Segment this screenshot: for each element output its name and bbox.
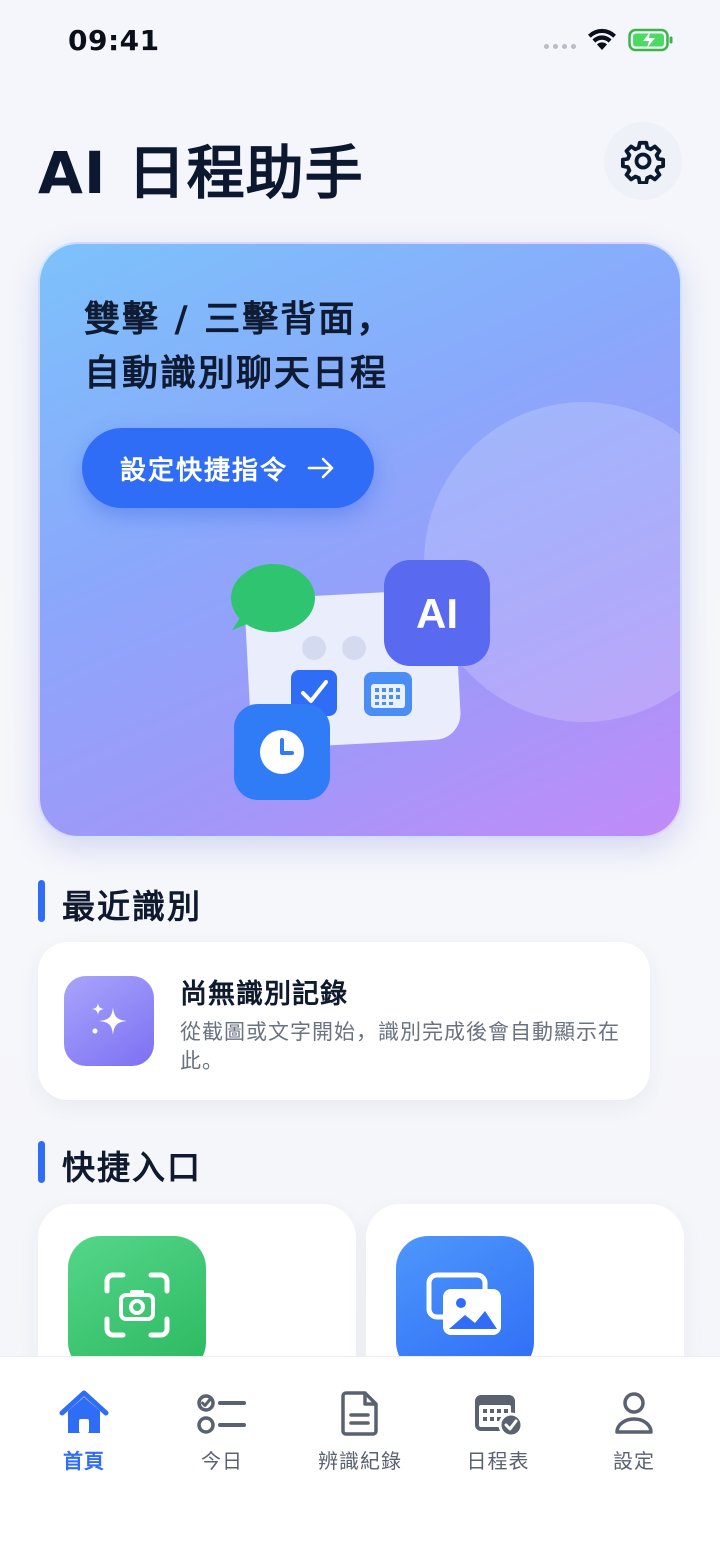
tab-label: 首頁	[63, 1449, 105, 1473]
sparkle-icon	[64, 976, 154, 1066]
arrow-right-icon	[307, 457, 334, 479]
tab-label: 今日	[201, 1449, 243, 1473]
gear-icon	[620, 140, 666, 184]
page-title: AI 日程助手	[38, 139, 364, 207]
status-bar: 09:41	[0, 0, 720, 80]
checklist-icon	[194, 1387, 250, 1439]
section-title-quick: 快捷入口	[62, 1148, 202, 1187]
camera-scan-icon	[68, 1236, 206, 1374]
tab-records[interactable]: 辨識紀錄	[300, 1387, 420, 1474]
tab-bar: 首頁 今日 辨識紀錄 日程表 設定	[0, 1356, 720, 1558]
wifi-icon	[588, 28, 616, 50]
tab-today[interactable]: 今日	[162, 1387, 282, 1474]
recent-empty-card: 尚無識別記錄 從截圖或文字開始，識別完成後會自動顯示在此。	[38, 942, 650, 1100]
tab-home[interactable]: 首頁	[24, 1387, 144, 1474]
empty-state-description: 從截圖或文字開始，識別完成後會自動顯示在此。	[180, 1020, 620, 1073]
battery-charging-icon	[628, 28, 673, 52]
section-accent-bar	[38, 1141, 45, 1183]
home-icon	[56, 1387, 112, 1439]
empty-state-title: 尚無識別記錄	[180, 979, 348, 1010]
setup-shortcut-label: 設定快捷指令	[119, 455, 288, 486]
tab-label: 設定	[613, 1449, 655, 1473]
tab-label: 日程表	[466, 1449, 530, 1473]
hero-illustration: AI	[231, 560, 490, 800]
setup-shortcut-button[interactable]: 設定快捷指令	[82, 428, 374, 508]
clock-icon	[234, 704, 330, 800]
tab-label: 辨識紀錄	[318, 1449, 402, 1473]
settings-button[interactable]	[604, 122, 682, 200]
tab-calendar[interactable]: 日程表	[438, 1387, 558, 1474]
tab-settings[interactable]: 設定	[574, 1387, 694, 1474]
calendar-check-icon	[470, 1387, 526, 1439]
section-title-recent: 最近識別	[62, 887, 202, 926]
hero-headline-line2: 自動識別聊天日程	[84, 353, 389, 394]
hero-headline-line1: 雙擊 / 三擊背面，	[84, 299, 395, 340]
calendar-grid-icon	[364, 672, 412, 716]
section-accent-bar	[38, 880, 45, 922]
svg-text:AI: AI	[416, 590, 458, 637]
document-icon	[332, 1387, 388, 1439]
cellular-signal-icon	[544, 44, 576, 49]
status-time: 09:41	[68, 24, 160, 57]
ai-app-icon: AI	[384, 560, 490, 666]
chat-bubble-icon	[231, 564, 315, 632]
photos-icon	[396, 1236, 534, 1374]
hero-card: 雙擊 / 三擊背面， 自動識別聊天日程 設定快捷指令 AI	[38, 242, 682, 838]
person-icon	[606, 1387, 662, 1439]
